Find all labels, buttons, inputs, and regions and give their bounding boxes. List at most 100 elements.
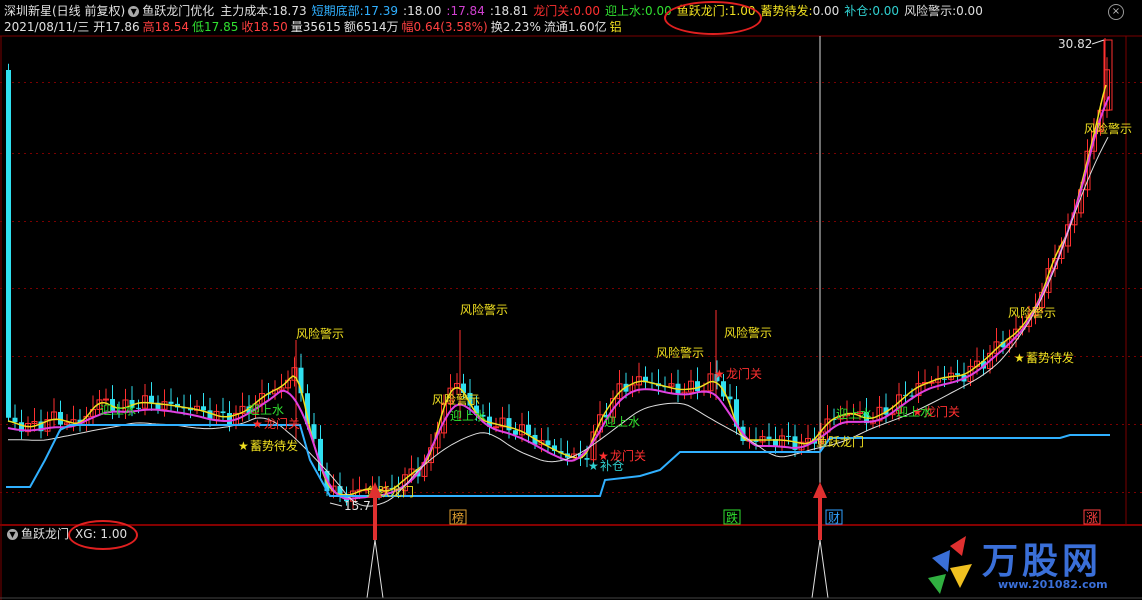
up-water-label: 迎上水 [248, 403, 284, 417]
grid-line [714, 221, 716, 222]
grid-line [444, 492, 446, 493]
grid-line [780, 288, 782, 289]
grid-line [1002, 492, 1004, 493]
grid-line [870, 424, 872, 425]
grid-line [978, 153, 980, 154]
grid-line [1020, 221, 1022, 222]
grid-line [582, 221, 584, 222]
grid-line [408, 221, 410, 222]
price-chart[interactable]: 风险警示风险警示风险警示风险警示风险警示风险警示风险警示★ 龙门关★ 龙门关★ 龙门关… [0, 0, 1142, 600]
grid-line [894, 82, 896, 83]
grid-line [312, 82, 314, 83]
grid-line [594, 288, 596, 289]
grid-line [192, 288, 194, 289]
grid-line [162, 288, 164, 289]
grid-line [216, 221, 218, 222]
grid-line [582, 153, 584, 154]
grid-line [432, 356, 434, 357]
grid-line [702, 288, 704, 289]
grid-line [690, 221, 692, 222]
grid-line [66, 221, 68, 222]
grid-line [936, 82, 938, 83]
grid-line [270, 221, 272, 222]
grid-line [858, 492, 860, 493]
dropdown-icon[interactable]: ▼ [7, 529, 18, 540]
grid-line [846, 492, 848, 493]
grid-line [258, 288, 260, 289]
grid-line [636, 153, 638, 154]
max-price-label: 30.82 [1058, 37, 1092, 51]
grid-line [852, 424, 854, 425]
grid-line [1116, 221, 1118, 222]
grid-line [582, 82, 584, 83]
grid-line [1080, 492, 1082, 493]
grid-line [720, 82, 722, 83]
grid-line [24, 492, 26, 493]
grid-line [1068, 82, 1070, 83]
grid-line [444, 356, 446, 357]
grid-line [570, 221, 572, 222]
grid-line [534, 492, 536, 493]
grid-line [1122, 153, 1124, 154]
grid-line [180, 356, 182, 357]
grid-line [462, 221, 464, 222]
grid-line [804, 424, 806, 425]
grid-line [966, 424, 968, 425]
grid-line [42, 356, 44, 357]
min-price-label: 15.7 [344, 499, 371, 513]
grid-line [234, 356, 236, 357]
grid-line [648, 288, 650, 289]
grid-line [714, 82, 716, 83]
candle [136, 407, 141, 409]
grid-line [732, 356, 734, 357]
grid-line [1116, 492, 1118, 493]
grid-line [750, 153, 752, 154]
grid-line [900, 153, 902, 154]
grid-line [846, 82, 848, 83]
grid-line [774, 221, 776, 222]
grid-line [552, 356, 554, 357]
sub-indicator-name[interactable]: 鱼跃龙门 [21, 527, 69, 541]
grid-line [1116, 424, 1118, 425]
grid-line [192, 221, 194, 222]
grid-line [1122, 221, 1124, 222]
grid-line [648, 356, 650, 357]
grid-line [786, 221, 788, 222]
grid-line [726, 424, 728, 425]
grid-line [90, 356, 92, 357]
grid-line [960, 424, 962, 425]
grid-line [708, 356, 710, 357]
grid-line [534, 424, 536, 425]
grid-line [522, 356, 524, 357]
grid-line [174, 288, 176, 289]
grid-line [642, 221, 644, 222]
grid-line [282, 492, 284, 493]
grid-line [756, 153, 758, 154]
grid-line [828, 221, 830, 222]
grid-line [942, 424, 944, 425]
grid-line [246, 356, 248, 357]
grid-line [204, 221, 206, 222]
grid-line [822, 153, 824, 154]
grid-line [18, 82, 20, 83]
grid-line [348, 356, 350, 357]
grid-line [732, 153, 734, 154]
grid-line [888, 492, 890, 493]
grid-line [462, 492, 464, 493]
grid-line [702, 424, 704, 425]
logo-text: 万股网 [982, 541, 1103, 582]
grid-line [306, 153, 308, 154]
grid-line [330, 221, 332, 222]
grid-line [402, 424, 404, 425]
grid-line [858, 424, 860, 425]
grid-line [516, 424, 518, 425]
grid-line [756, 221, 758, 222]
grid-line [780, 424, 782, 425]
grid-line [396, 221, 398, 222]
grid-line [798, 288, 800, 289]
grid-line [876, 153, 878, 154]
grid-line [564, 82, 566, 83]
grid-line [900, 288, 902, 289]
grid-line [528, 153, 530, 154]
grid-line [180, 153, 182, 154]
